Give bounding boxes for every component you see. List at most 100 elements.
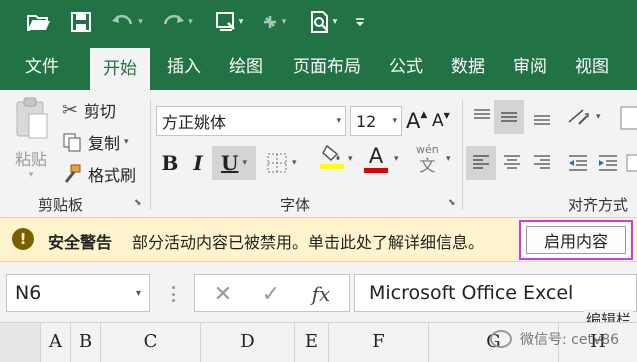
form-dropdown-icon[interactable]: ▾ <box>239 17 244 27</box>
clipboard-icon <box>16 97 48 139</box>
merge-center-button[interactable] <box>624 148 637 178</box>
tab-draw[interactable]: 绘图 <box>218 44 274 90</box>
font-launcher-icon[interactable]: ⬊ <box>448 198 456 208</box>
wrap-text-button[interactable] <box>618 104 637 132</box>
increase-indent-button[interactable] <box>594 148 622 178</box>
column-header[interactable]: A <box>40 323 70 362</box>
increase-indent-icon <box>599 155 617 171</box>
phonetic-char: 文 <box>419 156 436 175</box>
font-size-dropdown-icon[interactable]: ▾ <box>392 116 397 126</box>
underline-button[interactable]: U ▾ <box>212 146 256 180</box>
align-middle-button[interactable] <box>494 100 524 134</box>
redo-icon[interactable]: ▾ <box>160 8 194 36</box>
align-left-button[interactable] <box>466 146 496 180</box>
security-warning-bar: ! 安全警告 部分活动内容已被禁用。单击此处了解详细信息。 启用内容 <box>0 218 637 262</box>
paint-bucket-icon <box>322 144 340 162</box>
borders-icon <box>267 153 287 173</box>
cut-button[interactable]: ✂ 剪切 <box>62 98 116 122</box>
pin-icon[interactable]: ▾ <box>256 8 290 36</box>
redo-dropdown-icon[interactable]: ▾ <box>188 17 193 27</box>
insert-function-button[interactable]: fx <box>301 279 341 309</box>
shrink-font-letter: A <box>432 111 444 131</box>
align-center-button[interactable] <box>498 148 526 178</box>
open-folder-icon[interactable] <box>24 8 54 36</box>
column-header[interactable]: F <box>328 323 428 362</box>
format-painter-label: 格式刷 <box>88 166 137 185</box>
phonetic-button[interactable]: wén 文 <box>416 144 439 180</box>
tab-view[interactable]: 视图 <box>564 44 620 90</box>
wechat-icon <box>490 330 512 348</box>
align-bottom-button[interactable] <box>528 102 556 132</box>
decrease-indent-button[interactable] <box>564 148 592 178</box>
borders-button[interactable]: ▾ <box>266 148 297 178</box>
paste-dropdown-icon[interactable]: ▾ <box>29 170 34 180</box>
font-color-swatch <box>364 168 388 173</box>
italic-button[interactable]: I <box>188 148 208 178</box>
security-warning-message[interactable]: 部分活动内容已被禁用。单击此处了解详细信息。 <box>132 229 484 253</box>
column-header[interactable]: E <box>294 323 328 362</box>
orientation-button[interactable]: ▾ <box>566 102 601 132</box>
customize-icon[interactable] <box>350 8 370 36</box>
print-preview-icon[interactable]: ▾ <box>306 8 340 36</box>
clipboard-launcher-icon[interactable]: ⬊ <box>134 198 142 208</box>
tab-review[interactable]: 审阅 <box>502 44 558 90</box>
clipboard-group-label: 剪贴板 <box>38 196 84 214</box>
form-icon[interactable]: ▾ <box>212 8 246 36</box>
tab-formulas[interactable]: 公式 <box>378 44 434 90</box>
fill-color-dropdown-icon[interactable]: ▾ <box>348 154 353 164</box>
wrap-text-icon <box>620 106 637 130</box>
font-color-button[interactable]: A <box>364 144 388 180</box>
font-name-dropdown-icon[interactable]: ▾ <box>336 116 341 126</box>
tab-home[interactable]: 开始 <box>90 48 150 90</box>
grow-font-letter: A <box>406 109 421 133</box>
tab-insert[interactable]: 插入 <box>156 44 212 90</box>
tab-file[interactable]: 文件 <box>14 44 70 90</box>
align-right-icon <box>534 155 550 169</box>
fill-color-button[interactable] <box>320 144 344 180</box>
font-size-select[interactable]: 12 ▾ <box>350 106 402 136</box>
print-preview-dropdown-icon[interactable]: ▾ <box>333 17 338 27</box>
column-header[interactable]: D <box>200 323 294 362</box>
alignment-group-label: 对齐方式 <box>568 196 629 214</box>
font-group-label: 字体 <box>280 196 311 214</box>
formula-bar-grip-icon[interactable] <box>172 286 176 302</box>
formula-buttons: ✕ ✓ fx <box>194 274 350 312</box>
save-icon[interactable] <box>66 8 96 36</box>
warning-icon: ! <box>12 228 34 250</box>
borders-dropdown-icon[interactable]: ▾ <box>292 158 297 168</box>
name-box[interactable]: N6 ▾ <box>6 274 150 312</box>
formula-input[interactable]: Microsoft Office Excel <box>354 274 637 312</box>
select-all-corner[interactable] <box>0 323 40 362</box>
tab-data[interactable]: 数据 <box>440 44 496 90</box>
font-color-dropdown-icon[interactable]: ▾ <box>394 154 399 164</box>
grow-font-button[interactable]: A ▲ <box>406 106 427 136</box>
name-box-dropdown-icon[interactable]: ▾ <box>136 288 141 299</box>
format-painter-button[interactable]: 格式刷 <box>62 162 136 186</box>
phonetic-dropdown-icon[interactable]: ▾ <box>446 154 451 164</box>
underline-dropdown-icon[interactable]: ▾ <box>242 158 247 168</box>
group-divider <box>150 100 151 210</box>
undo-icon[interactable]: ▾ <box>110 8 144 36</box>
align-top-button[interactable] <box>468 102 496 132</box>
pin-dropdown-icon[interactable]: ▾ <box>282 17 287 27</box>
group-divider <box>462 100 463 210</box>
column-header[interactable]: B <box>70 323 100 362</box>
enable-content-button[interactable]: 启用内容 <box>526 226 626 254</box>
undo-dropdown-icon[interactable]: ▾ <box>138 17 143 27</box>
copy-button[interactable]: 复制 ▾ <box>62 130 129 154</box>
bold-button[interactable]: B <box>160 148 180 178</box>
paste-button[interactable]: 粘贴 ▾ <box>10 96 52 188</box>
align-right-button[interactable] <box>528 148 556 178</box>
column-header[interactable]: C <box>100 323 200 362</box>
font-name-select[interactable]: 方正姚体 ▾ <box>156 106 346 136</box>
orientation-dropdown-icon[interactable]: ▾ <box>596 112 601 122</box>
cancel-icon[interactable]: ✕ <box>203 279 243 309</box>
shrink-font-button[interactable]: A ▼ <box>432 106 450 136</box>
tab-page-layout[interactable]: 页面布局 <box>282 44 372 90</box>
align-center-icon <box>504 155 520 169</box>
watermark-text: 微信号: cetv86 <box>520 332 620 348</box>
decrease-indent-icon <box>569 155 587 171</box>
enter-icon[interactable]: ✓ <box>251 279 291 309</box>
copy-dropdown-icon[interactable]: ▾ <box>124 137 129 147</box>
bold-letter: B <box>161 151 179 175</box>
